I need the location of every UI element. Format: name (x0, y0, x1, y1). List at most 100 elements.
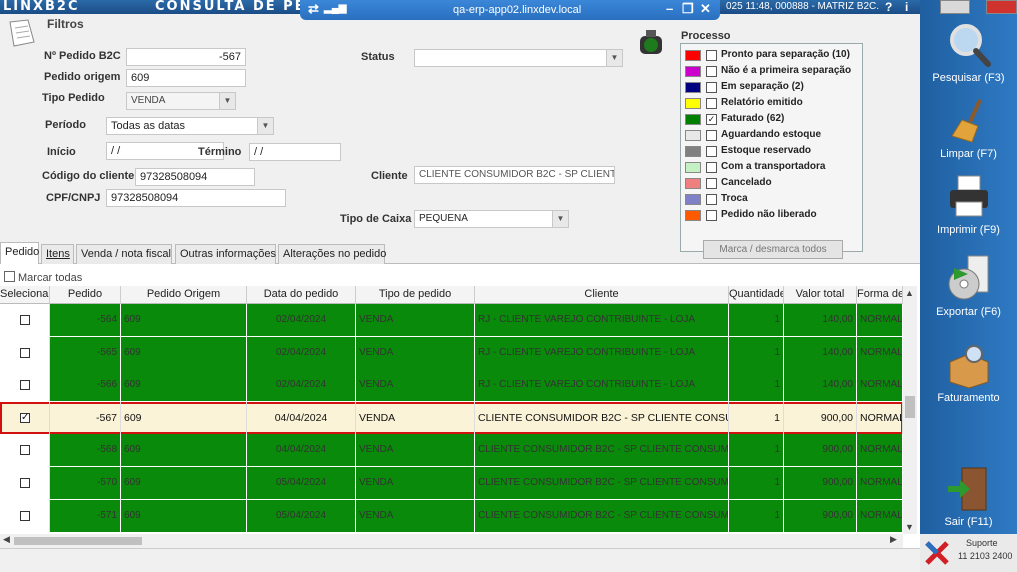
processo-item[interactable]: Aguardando estoque (685, 129, 860, 143)
tab-venda-nota-fiscal[interactable]: Venda / nota fiscal (76, 244, 172, 264)
cell-origem: 609 (121, 434, 247, 467)
tab-alteracoes-pedido[interactable]: Alterações no pedido (278, 244, 386, 264)
cell-cliente: RJ - CLIENTE VAREJO CONTRIBUINTE - LOJA (475, 304, 729, 336)
sair-button[interactable]: Sair (F11) (920, 464, 1017, 528)
hscroll-thumb[interactable] (14, 537, 142, 545)
row-select-checkbox[interactable] (20, 445, 30, 456)
marcar-todas-checkbox[interactable]: Marcar todas (4, 271, 82, 284)
checkbox-icon[interactable] (706, 130, 717, 141)
horizontal-scrollbar[interactable]: ◀ ▶ (0, 534, 903, 548)
checkbox-icon[interactable] (706, 194, 717, 205)
status-select[interactable]: ▼ (414, 49, 623, 67)
sair-label: Sair (F11) (944, 516, 993, 528)
column-header[interactable]: Tipo de pedido (356, 286, 475, 304)
cell-valor: 140,00 (784, 304, 857, 336)
column-header[interactable]: Quantidade (729, 286, 784, 304)
help-icon[interactable]: ? (885, 0, 892, 14)
processo-item[interactable]: Estoque reservado (685, 145, 860, 159)
table-row[interactable]: -568 609 04/04/2024 VENDA CLIENTE CONSUMIDOR… (0, 434, 903, 467)
vertical-scrollbar[interactable]: ▲ ▼ (903, 286, 917, 534)
orders-grid-panel: Marcar todas Selecionar Pedido Pedido Orig… (0, 264, 920, 548)
scroll-down-icon[interactable]: ▼ (905, 522, 914, 532)
checkbox-icon[interactable] (706, 50, 717, 61)
processo-item[interactable]: Pronto para separação (10) (685, 49, 860, 63)
checkbox-checked-icon[interactable]: ✓ (706, 114, 717, 125)
checkbox-icon[interactable] (706, 66, 717, 77)
checkbox-icon[interactable] (706, 178, 717, 189)
color-swatch (685, 66, 701, 77)
checkbox-icon[interactable] (706, 98, 717, 109)
processo-item[interactable]: Não é a primeira separação (685, 65, 860, 79)
cliente-input[interactable]: CLIENTE CONSUMIDOR B2C - SP CLIENTE C (414, 166, 615, 184)
window-close-button[interactable] (986, 0, 1017, 14)
tab-pedido[interactable]: Pedido (0, 242, 39, 265)
filters-title: Filtros (47, 17, 84, 31)
cpf-cnpj-input[interactable]: 97328508094 (106, 189, 286, 207)
processo-item[interactable]: Com a transportadora (685, 161, 860, 175)
termino-input[interactable]: / / (249, 143, 341, 161)
checkbox-checked-icon[interactable]: ✓ (20, 412, 30, 423)
faturamento-button[interactable]: Faturamento (920, 340, 1017, 404)
window-minimize-button[interactable] (940, 0, 970, 14)
scroll-thumb[interactable] (905, 396, 915, 418)
checkbox-icon[interactable] (706, 162, 717, 173)
row-select-checkbox[interactable] (20, 380, 30, 391)
row-select-checkbox[interactable] (20, 347, 30, 358)
cell-tipo: VENDA (356, 336, 475, 369)
processo-item-label: Troca (721, 193, 748, 204)
table-row[interactable]: -566 609 02/04/2024 VENDA RJ - CLIENTE VAREJ… (0, 369, 903, 402)
exit-door-icon (947, 467, 986, 511)
search-icon (949, 24, 991, 67)
printer-icon (949, 175, 988, 217)
processo-item[interactable]: ✓ Faturado (62) (685, 113, 860, 127)
row-select-checkbox[interactable] (20, 478, 30, 488)
column-header[interactable]: Pedido (50, 286, 121, 304)
processo-item[interactable]: Em separação (2) (685, 81, 860, 95)
table-row[interactable]: -564 609 02/04/2024 VENDA RJ - CLIENTE VAREJ… (0, 304, 903, 336)
tipo-caixa-select[interactable]: PEQUENA ▼ (414, 210, 569, 228)
column-header[interactable]: Forma de (857, 286, 903, 304)
cell-pedido: -566 (50, 369, 121, 402)
row-select-checkbox[interactable] (20, 510, 30, 521)
processo-item[interactable]: Cancelado (685, 177, 860, 191)
app-logo: LINXB2C (3, 0, 80, 14)
tipo-pedido-select[interactable]: VENDA ▼ (126, 92, 236, 110)
processo-item[interactable]: Relatório emitido (685, 97, 860, 111)
periodo-select[interactable]: Todas as datas ▼ (106, 117, 274, 135)
info-icon[interactable]: i (905, 0, 908, 14)
imprimir-button[interactable]: Imprimir (F9) (920, 172, 1017, 236)
table-row[interactable]: ✓ -567 609 04/04/2024 VENDA CLIENTE CONSUMIDO… (0, 401, 903, 434)
status-strip (0, 548, 920, 572)
column-header[interactable]: Valor total (784, 286, 857, 304)
scroll-up-icon[interactable]: ▲ (905, 288, 914, 298)
checkbox-icon[interactable] (706, 210, 717, 221)
cell-data: 02/04/2024 (247, 336, 356, 369)
table-row[interactable]: -565 609 02/04/2024 VENDA RJ - CLIENTE VAREJ… (0, 336, 903, 369)
table-row[interactable]: -570 609 05/04/2024 VENDA CLIENTE CONSUMIDOR… (0, 467, 903, 499)
column-header[interactable]: Data do pedido (247, 286, 356, 304)
processo-item[interactable]: Troca (685, 193, 860, 207)
tab-outras-informacoes[interactable]: Outras informações (175, 244, 276, 264)
checkbox-icon[interactable] (706, 82, 717, 93)
scroll-left-icon[interactable]: ◀ (3, 534, 10, 545)
pedido-b2c-input[interactable]: -567 (126, 48, 246, 66)
column-header[interactable]: Cliente (475, 286, 729, 304)
table-row[interactable]: -571 609 05/04/2024 VENDA CLIENTE CONSUMIDOR… (0, 499, 903, 532)
tipo-caixa-value: PEQUENA (419, 213, 468, 224)
processo-item[interactable]: Pedido não liberado (685, 209, 860, 223)
exportar-button[interactable]: Exportar (F6) (920, 254, 1017, 318)
column-header[interactable]: Selecionar (0, 286, 50, 304)
column-header[interactable]: Pedido Origem (121, 286, 247, 304)
scroll-right-icon[interactable]: ▶ (890, 534, 897, 545)
pesquisar-button[interactable]: Pesquisar (F3) (920, 20, 1017, 84)
support-panel: Suporte 11 2103 2400 (920, 534, 1017, 572)
cell-forma: NORMAL (857, 304, 903, 336)
row-select-checkbox[interactable] (20, 315, 30, 325)
tipo-pedido-label: Tipo Pedido (42, 92, 105, 104)
checkbox-icon[interactable] (706, 146, 717, 157)
exportar-label: Exportar (F6) (936, 306, 1001, 318)
pedido-origem-input[interactable]: 609 (126, 69, 246, 87)
codigo-cliente-input[interactable]: 97328508094 (135, 168, 255, 186)
limpar-button[interactable]: Limpar (F7) (920, 96, 1017, 160)
tab-itens[interactable]: Itens (41, 244, 74, 264)
